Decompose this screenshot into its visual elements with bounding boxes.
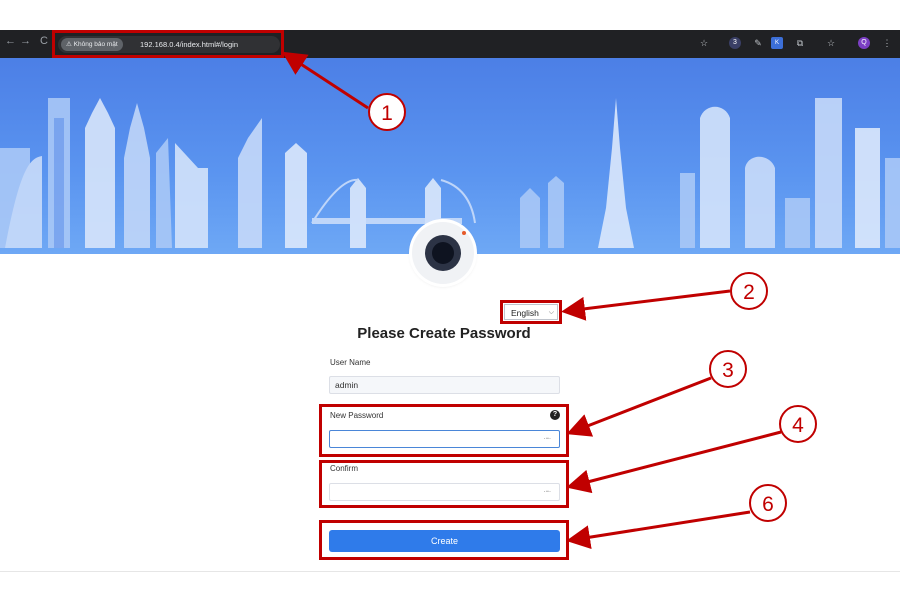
arrow-4 [566,430,782,494]
arrow-3 [566,376,712,437]
arrow-2 [561,289,731,321]
arrow-6 [566,510,751,550]
callout-1: 1 [368,93,406,131]
arrow-1 [281,51,369,110]
callout-2: 2 [730,272,768,310]
callout-6: 6 [749,484,787,522]
callout-3: 3 [709,350,747,388]
callout-4: 4 [779,405,817,443]
